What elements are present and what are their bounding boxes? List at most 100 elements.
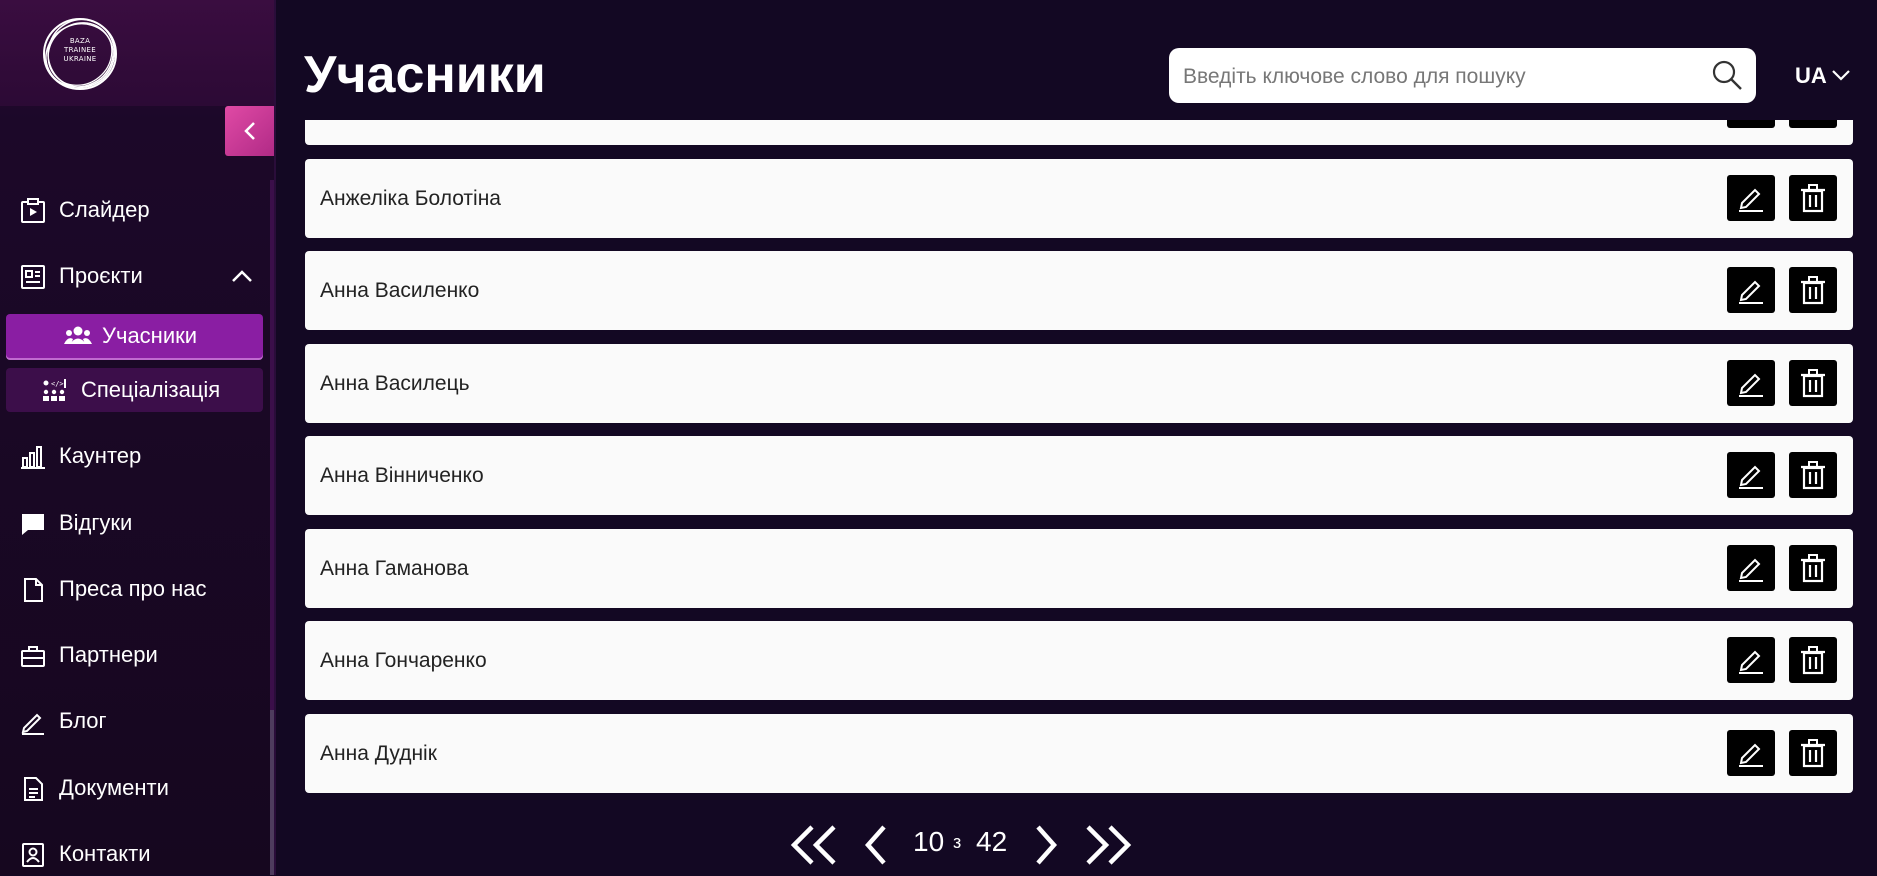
sidebar-item-label: Проєкти	[59, 263, 143, 288]
trash-icon	[1801, 554, 1825, 583]
chevron-right-icon	[1036, 825, 1058, 865]
participants-icon	[64, 326, 92, 344]
list-item: Анжеліка Болотіна	[305, 159, 1853, 238]
edit-button[interactable]	[1727, 267, 1775, 313]
slider-icon	[21, 198, 45, 223]
sidebar-item-blog[interactable]: Блог	[0, 699, 260, 743]
sidebar-item-label: Каунтер	[59, 443, 142, 468]
chevron-up-icon[interactable]	[230, 266, 254, 286]
list-item: Анна Василець	[305, 344, 1853, 423]
search-input[interactable]	[1181, 48, 1695, 105]
briefcase-icon	[21, 646, 45, 667]
total-pages: 42	[976, 826, 1008, 857]
chevron-down-icon	[1832, 70, 1850, 81]
sidebar-item-label: Преса про нас	[59, 576, 207, 601]
participant-name: Анна Вінниченко	[320, 464, 484, 487]
delete-button[interactable]	[1789, 637, 1837, 683]
sidebar-item-reviews[interactable]: Відгуки	[0, 501, 260, 545]
sidebar-item-label: Документи	[59, 775, 169, 800]
delete-button[interactable]	[1789, 545, 1837, 591]
sidebar-subitem-label: Спеціалізація	[81, 377, 221, 402]
edit-button[interactable]	[1727, 545, 1775, 591]
delete-button[interactable]	[1789, 175, 1837, 221]
logo-line-2: TRAINEE	[64, 46, 96, 54]
language-selector[interactable]: UA	[1795, 59, 1857, 93]
pagination: 10 з 42	[0, 820, 1877, 870]
edit-icon	[1739, 650, 1763, 674]
sidebar-item-counter[interactable]: Каунтер	[0, 434, 260, 478]
sidebar-item-label: Партнери	[59, 642, 158, 667]
edit-button[interactable]	[1727, 730, 1775, 776]
list-item: Анна Василенко	[305, 251, 1853, 330]
participant-name: Анна Гончаренко	[320, 649, 487, 672]
sidebar-item-press[interactable]: Преса про нас	[0, 567, 260, 611]
projects-icon	[21, 265, 45, 289]
sidebar-subitem-specialization[interactable]: </> Спеціалізація	[6, 368, 263, 412]
edit-button[interactable]	[1727, 637, 1775, 683]
logo-text: BAZA TRAINEE UKRAINE	[40, 37, 120, 64]
logo-line-3: UKRAINE	[63, 55, 97, 63]
edit-icon	[1739, 280, 1763, 304]
next-page-button[interactable]	[1032, 820, 1060, 870]
delete-button[interactable]	[1789, 730, 1837, 776]
participant-name: Анна Дуднік	[320, 742, 437, 765]
trash-icon	[1801, 369, 1825, 398]
logo-line-1: BAZA	[69, 37, 91, 45]
svg-text:</>: </>	[51, 380, 64, 388]
trash-icon	[1801, 461, 1825, 490]
edit-icon	[1739, 373, 1763, 397]
chevron-left-icon	[244, 122, 255, 140]
language-label: UA	[1795, 63, 1827, 88]
sidebar: BAZA TRAINEE UKRAINE Слайдер Проєкти Уча…	[0, 0, 275, 875]
participant-name: Анна Василенко	[320, 279, 480, 302]
trash-icon	[1801, 646, 1825, 675]
double-chevron-right-icon	[1086, 825, 1132, 865]
counter-icon	[21, 446, 45, 469]
double-chevron-left-icon	[790, 825, 836, 865]
trash-icon	[1801, 276, 1825, 305]
participant-name: Анна Василець	[320, 372, 470, 395]
logo[interactable]: BAZA TRAINEE UKRAINE	[40, 15, 120, 93]
pencil-icon	[21, 713, 44, 735]
sidebar-item-partners[interactable]: Партнери	[0, 633, 260, 677]
sidebar-item-documents[interactable]: Документи	[0, 766, 260, 810]
logo-area: BAZA TRAINEE UKRAINE	[0, 0, 274, 106]
sidebar-item-label: Слайдер	[59, 197, 150, 222]
delete-button[interactable]	[1789, 267, 1837, 313]
edit-icon	[1739, 188, 1763, 212]
prev-page-button[interactable]	[862, 820, 890, 870]
reviews-icon	[22, 514, 44, 535]
participant-name: Анжеліка Болотіна	[320, 187, 501, 210]
participant-name: Анна Гаманова	[320, 557, 469, 580]
list-item: Анна Гончаренко	[305, 621, 1853, 700]
specialization-icon: </>	[43, 379, 66, 401]
edit-icon	[1739, 743, 1763, 767]
trash-icon	[1801, 739, 1825, 768]
delete-button[interactable]	[1789, 360, 1837, 406]
last-page-button[interactable]	[1082, 820, 1134, 870]
sidebar-item-slider[interactable]: Слайдер	[0, 188, 260, 232]
list-item: Анна Вінниченко	[305, 436, 1853, 515]
collapse-sidebar-button[interactable]	[225, 106, 275, 156]
first-page-button[interactable]	[788, 820, 840, 870]
sidebar-divider	[274, 0, 276, 875]
search-box	[1169, 48, 1756, 105]
list-item: Анна Дуднік	[305, 714, 1853, 793]
edit-button[interactable]	[1727, 452, 1775, 498]
list-item: Анна Гаманова	[305, 529, 1853, 608]
sidebar-item-label: Відгуки	[59, 510, 133, 535]
edit-icon	[1739, 465, 1763, 489]
current-page: 10	[913, 826, 945, 857]
sidebar-subitem-participants[interactable]: Учасники	[6, 314, 263, 358]
edit-button[interactable]	[1727, 175, 1775, 221]
sidebar-item-projects[interactable]: Проєкти	[0, 254, 260, 298]
page-separator: з	[953, 832, 962, 852]
search-icon[interactable]	[1711, 59, 1743, 91]
sidebar-subitem-label: Учасники	[102, 323, 198, 348]
delete-button[interactable]	[1789, 452, 1837, 498]
sidebar-item-label: Блог	[59, 708, 107, 733]
edit-icon	[1739, 558, 1763, 582]
trash-icon	[1801, 184, 1825, 213]
page-title: Учасники	[304, 46, 546, 104]
edit-button[interactable]	[1727, 360, 1775, 406]
